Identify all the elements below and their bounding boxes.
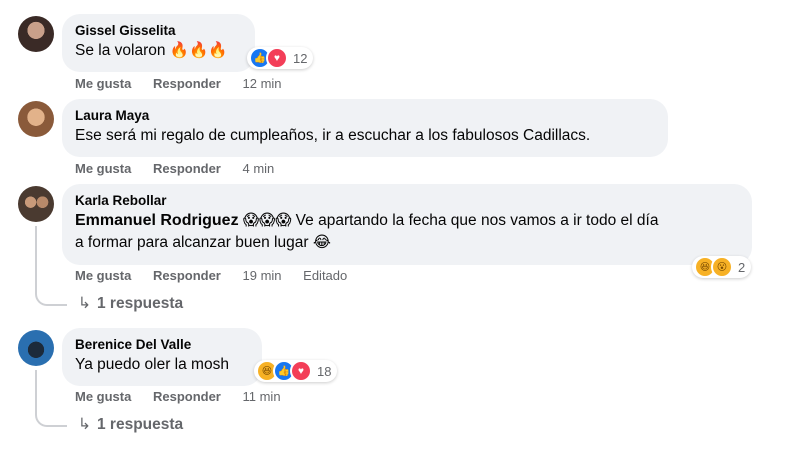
- avatar[interactable]: [18, 16, 54, 52]
- wow-icon: 😮: [711, 256, 733, 278]
- view-replies-link[interactable]: ↳ 1 respuesta: [78, 294, 183, 313]
- avatar[interactable]: [18, 186, 54, 222]
- comment-actions: Me gusta Responder 4 min: [75, 161, 292, 176]
- like-button[interactable]: Me gusta: [75, 268, 131, 283]
- edited-label: Editado: [303, 268, 348, 283]
- thread-connector: [35, 370, 67, 427]
- comment-author[interactable]: Gissel Gisselita: [75, 22, 243, 40]
- reply-arrow-icon: ↳: [78, 416, 91, 433]
- comment-actions: Me gusta Responder 12 min: [75, 76, 300, 91]
- comment-text-line2: a formar para alcanzar buen lugar 😂: [75, 234, 331, 251]
- love-icon: ♥: [266, 47, 288, 69]
- comment-bubble: Karla Rebollar Emmanuel Rodriguez 😱😱😱 Ve…: [62, 184, 752, 265]
- reactions-summary[interactable]: 👍 ♥ 12: [247, 47, 314, 69]
- timestamp[interactable]: 11 min: [243, 389, 281, 404]
- like-button[interactable]: Me gusta: [75, 389, 131, 404]
- comment-author[interactable]: Karla Rebollar: [75, 192, 740, 210]
- love-icon: ♥: [290, 360, 312, 382]
- comment-text: Emmanuel Rodriguez 😱😱😱 Ve apartando la f…: [75, 210, 740, 254]
- comment-bubble: Laura Maya Ese será mi regalo de cumplea…: [62, 99, 668, 157]
- comment-text: Ese será mi regalo de cumpleaños, ir a e…: [75, 127, 591, 144]
- comment-text: Ya puedo oler la mosh: [75, 356, 229, 373]
- comment-author[interactable]: Berenice Del Valle: [75, 336, 250, 354]
- reply-button[interactable]: Responder: [153, 76, 221, 91]
- reaction-count: 18: [317, 363, 332, 379]
- reaction-count: 12: [293, 50, 308, 66]
- comment-bubble: Gissel Gisselita Se la volaron 🔥🔥🔥: [62, 14, 255, 72]
- comment-text-line1: 😱😱😱 Ve apartando la fecha que nos vamos …: [242, 212, 659, 229]
- comment-actions: Me gusta Responder 11 min: [75, 389, 299, 404]
- reactions-summary[interactable]: 😆 👍 ♥ 18: [254, 360, 338, 382]
- reaction-count: 2: [738, 259, 746, 275]
- like-button[interactable]: Me gusta: [75, 161, 131, 176]
- timestamp[interactable]: 19 min: [243, 268, 282, 283]
- mention-link[interactable]: Emmanuel Rodriguez: [75, 212, 239, 229]
- reply-button[interactable]: Responder: [153, 268, 221, 283]
- timestamp[interactable]: 12 min: [243, 76, 282, 91]
- reactions-summary[interactable]: 😆 😮 2: [692, 256, 752, 278]
- comment-author[interactable]: Laura Maya: [75, 107, 656, 125]
- reply-arrow-icon: ↳: [78, 295, 91, 312]
- replies-count: 1 respuesta: [97, 295, 184, 312]
- reply-button[interactable]: Responder: [153, 389, 221, 404]
- avatar[interactable]: [18, 330, 54, 366]
- comment-bubble: Berenice Del Valle Ya puedo oler la mosh: [62, 328, 262, 386]
- avatar[interactable]: [18, 101, 54, 137]
- comment-text: Se la volaron 🔥🔥🔥: [75, 42, 228, 59]
- reply-button[interactable]: Responder: [153, 161, 221, 176]
- like-button[interactable]: Me gusta: [75, 76, 131, 91]
- comment-actions: Me gusta Responder 19 min Editado: [75, 268, 365, 283]
- view-replies-link[interactable]: ↳ 1 respuesta: [78, 415, 183, 434]
- timestamp[interactable]: 4 min: [243, 161, 275, 176]
- replies-count: 1 respuesta: [97, 416, 184, 433]
